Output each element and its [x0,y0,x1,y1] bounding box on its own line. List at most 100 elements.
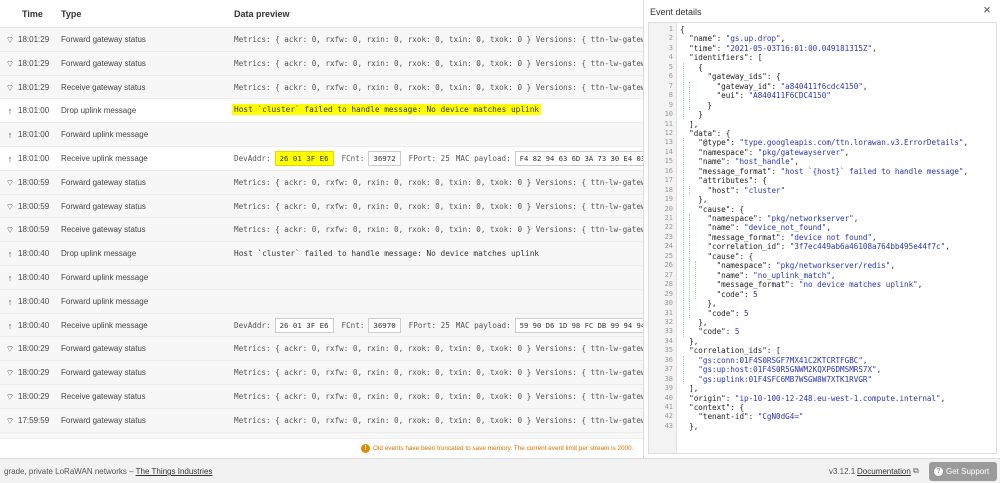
event-row[interactable]: ⌔ 18:00:59 Receive gateway status Metrics: … [0,218,643,243]
event-preview: Metrics: { ackr: 0, rxfw: 0, rxin: 0, rx… [234,177,643,187]
documentation-link[interactable]: Documentation [857,467,911,476]
event-time: 18:00:29 [18,391,50,401]
warning-icon: ! [361,444,370,453]
gateway-icon: ⌔ [5,35,15,45]
mac-payload-value[interactable]: F4 82 94 63 6D 3A 73 30 E4 03 E9 FB F8 [514,150,643,166]
event-preview: Metrics: { ackr: 0, rxfw: 0, rxin: 0, rx… [234,415,643,425]
line-number: 31 [664,308,673,317]
truncation-message: Old events have been truncated to save m… [373,445,634,452]
event-time: 18:00:40 [18,272,50,282]
event-row[interactable]: ⌔ 18:00:29 Forward gateway status Metrics: … [0,361,643,385]
event-preview: Metrics: { ackr: 0, rxfw: 0, rxin: 0, rx… [234,225,643,235]
json-line: 17 "attributes": { [649,176,994,185]
event-row[interactable]: ↑ 18:01:00 Drop uplink message Host `cluste… [0,99,643,124]
column-header-type[interactable]: Type [61,9,81,19]
line-number: 24 [664,242,673,251]
get-support-button[interactable]: ? Get Support [929,462,997,481]
devaddr-label: DevAddr: [234,320,271,330]
json-code-viewer[interactable]: 1{2 "name": "gs.up.drop", 3 "time": "2021… [648,22,997,454]
event-type: Drop uplink message [61,106,137,116]
event-row[interactable]: ⌔ 18:00:59 Forward gateway status Metrics: … [0,170,643,195]
json-line: 32 }, [649,318,994,327]
json-line-text: "name": "device_not_found", [707,223,831,233]
line-number: 36 [664,355,673,364]
line-number: 18 [664,185,673,194]
json-line: 38 "gs:uplink:01F4SFC6MB7WSGW8W7XTK1RVGR… [649,375,994,384]
company-link[interactable]: The Things Industries [136,467,213,476]
event-time: 18:00:29 [18,368,50,378]
json-line-text: "@type": "type.googleapis.com/ttn.lorawa… [698,138,969,148]
event-time: 18:01:00 [18,130,50,140]
mac-payload-value[interactable]: 59 90 D6 1D 98 FC DB 99 94 94 BB F2 18 [514,317,643,333]
line-number: 9 [668,100,673,109]
json-line-text: }, [680,299,717,309]
event-type: Forward uplink message [61,272,149,282]
json-line: 29 "code": 5 [649,290,994,299]
event-row[interactable]: ⌔ 18:01:29 Receive gateway status Metrics: … [0,75,643,100]
line-number: 15 [664,157,673,166]
indent-guide [683,138,684,337]
json-line-text: "code": 5 [698,327,740,337]
json-line: 5 { [649,63,994,72]
event-row[interactable]: ↑ 18:01:00 Receive uplink message DevAddr: 2… [0,146,643,171]
panel-title: Event details [650,7,702,17]
uplink-preview: DevAddr: 26 01 3F E6 FCnt: 36972 FPort: 25 MA… [234,147,643,170]
json-line: 24 "correlation_id": "3f7ec449ab6a46108a… [649,242,994,251]
json-line: 39 ], [649,384,994,393]
json-line: 22 "name": "device_not_found", [649,223,994,232]
fcnt-value[interactable]: 36970 [368,317,401,333]
event-row[interactable]: ⌔ 18:00:59 Forward gateway status Metrics: … [0,194,643,219]
devaddr-value[interactable]: 26 01 3F E6 [274,150,334,166]
arrow-up-icon: ↑ [7,272,13,283]
json-line: 9 } [649,101,994,110]
json-line-text: "message_format": "no device matches upl… [716,280,923,290]
event-row[interactable]: ↑ 18:01:00 Forward uplink message [0,123,643,147]
json-line-text: "message_format": "host `{host}` failed … [698,166,969,176]
json-line-text: "namespace": "pkg/gatewayserver", [698,147,850,157]
event-row[interactable]: ⌔ 18:00:29 Receive gateway status Metrics: … [0,384,643,409]
event-row[interactable]: ↑ 18:00:40 Drop uplink message Host `cluste… [0,242,643,266]
event-row[interactable]: ↑ 18:00:40 Forward uplink message [0,289,643,314]
column-header-time[interactable]: Time [22,9,43,19]
line-number: 32 [664,317,673,326]
event-preview: Metrics: { ackr: 0, rxfw: 0, rxin: 0, rx… [234,344,643,354]
column-header-preview[interactable]: Data preview [234,9,290,19]
json-line: 40 "origin": "ip-10-100-12-248.eu-west-1… [649,394,994,403]
footer: grade, private LoRaWAN networks – The Th… [0,458,1000,483]
event-row[interactable]: ⌔17:59:59 Forward gateway status Metrics: … [0,408,643,433]
json-line: 13 "@type": "type.googleapis.com/ttn.lor… [649,138,994,147]
event-preview: Metrics: { ackr: 0, rxfw: 0, rxin: 0, rx… [234,201,643,211]
event-row[interactable]: ⌔ 18:01:29 Forward gateway status Metrics: … [0,28,643,52]
json-line-text: "gs:conn:01F4S0RSGF7MX41C2KTCRTFGBC", [698,355,868,365]
json-line: 43 }, [649,422,994,431]
arrow-up-icon: ↑ [7,106,13,117]
event-type: Forward gateway status [61,58,146,68]
event-time: 18:00:40 [18,320,50,330]
line-number: 42 [664,412,673,421]
event-row[interactable]: ⌔ 18:01:29 Forward gateway status Metrics: … [0,51,643,76]
line-number: 10 [664,110,673,119]
gateway-icon: ⌔ [5,415,15,426]
event-row[interactable]: ↑ 18:00:40 Forward uplink message [0,265,643,290]
event-time: 18:00:59 [18,225,50,235]
fcnt-value[interactable]: 36972 [368,150,401,166]
json-line: 21 "namespace": "pkg/networkserver", [649,214,994,223]
json-line: 34 }, [649,337,994,346]
indent-guide [689,81,690,111]
json-line: 18 "host": "cluster" [649,186,994,195]
mac-payload-label: MAC payload: [455,320,511,330]
event-type: Forward gateway status [61,201,146,211]
event-row[interactable]: ↑ 18:00:40 Receive uplink message DevAddr: 2… [0,313,643,338]
json-line-text: "code": 5 [716,289,758,299]
event-row[interactable]: ⌔ 18:00:29 Forward gateway status Metrics: … [0,337,643,362]
json-line: 2 "name": "gs.up.drop", [649,34,994,43]
gateway-icon: ⌔ [5,177,15,188]
devaddr-value[interactable]: 26 01 3F E6 [274,317,334,333]
event-preview: Metrics: { ackr: 0, rxfw: 0, rxin: 0, rx… [234,58,643,68]
json-line-text: "gateway_ids": { [707,72,781,82]
json-line-text: "cause": { [698,204,745,214]
json-line-text: "eui": "A840411F6CDC4150" [716,91,831,101]
line-number: 38 [664,374,673,383]
json-line: 10 } [649,110,994,119]
close-icon[interactable]: × [980,3,994,17]
